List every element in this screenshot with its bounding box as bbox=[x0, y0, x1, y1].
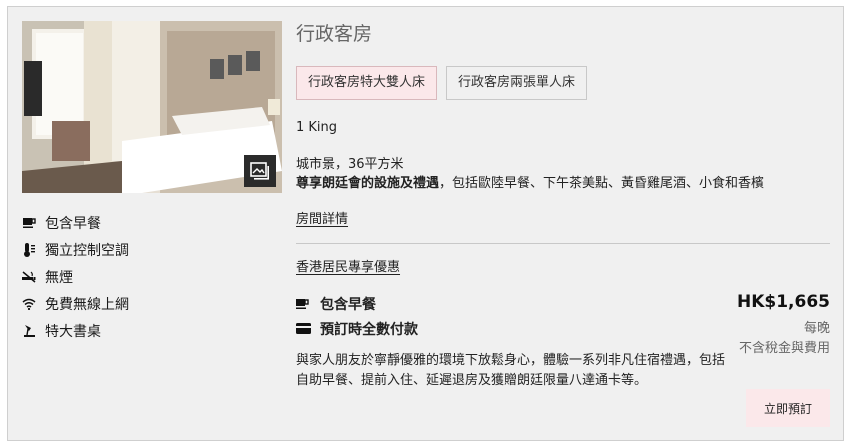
rate-feature-label: 包含早餐 bbox=[320, 296, 376, 313]
gallery-icon[interactable] bbox=[244, 155, 276, 187]
room-info: 行政客房 行政客房特大雙人床 行政客房兩張單人床 1 King 城市景，36平方… bbox=[296, 21, 830, 391]
gallery-icon-glyph bbox=[250, 162, 269, 180]
amenities-list: 包含早餐 獨立控制空調 無煙 免費無線上網 特大書桌 bbox=[22, 209, 282, 344]
room-photo-image bbox=[22, 21, 282, 193]
amenity-breakfast: 包含早餐 bbox=[22, 209, 282, 236]
amenity-label: 免費無線上網 bbox=[45, 296, 129, 313]
thermostat-icon bbox=[22, 242, 36, 257]
rate-feature-label: 預訂時全數付款 bbox=[320, 321, 418, 338]
room-card: 包含早餐 獨立控制空調 無煙 免費無線上網 特大書桌 行政客房 行政客房特大雙人… bbox=[7, 6, 844, 441]
tab-twin-beds[interactable]: 行政客房兩張單人床 bbox=[446, 66, 588, 100]
amenity-aircon: 獨立控制空調 bbox=[22, 236, 282, 263]
amenity-wifi: 免費無線上網 bbox=[22, 290, 282, 317]
amenity-nonsmoking: 無煙 bbox=[22, 263, 282, 290]
tab-king-bed[interactable]: 行政客房特大雙人床 bbox=[296, 66, 438, 100]
amenity-label: 包含早餐 bbox=[45, 215, 101, 232]
amenity-label: 獨立控制空調 bbox=[45, 242, 129, 259]
desk-lamp-icon bbox=[22, 324, 36, 338]
price-tax-note: 不含稅金與費用 bbox=[738, 341, 830, 356]
section-divider bbox=[296, 243, 830, 244]
amenity-label: 特大書桌 bbox=[45, 323, 101, 340]
book-now-button[interactable]: 立即預訂 bbox=[746, 389, 830, 427]
amenity-label: 無煙 bbox=[45, 269, 73, 286]
price-per-night: 每晚 bbox=[803, 321, 830, 336]
credit-card-icon bbox=[296, 322, 312, 336]
price-amount: HK$1,665 bbox=[736, 292, 830, 312]
room-details-link[interactable]: 房間詳情 bbox=[296, 208, 348, 227]
room-description: 尊享朗廷會的設施及禮遇，包括歐陸早餐、下午茶美點、黃昏雞尾酒、小食和香檳 bbox=[296, 174, 822, 194]
no-smoking-icon bbox=[22, 270, 36, 284]
coffee-cup-icon bbox=[296, 297, 312, 311]
room-description-text: ，包括歐陸早餐、下午茶美點、黃昏雞尾酒、小食和香檳 bbox=[439, 176, 765, 191]
coffee-cup-icon bbox=[22, 216, 36, 230]
amenity-desk: 特大書桌 bbox=[22, 317, 282, 344]
room-view-size: 城市景，36平方米 bbox=[296, 157, 404, 172]
bed-type: 1 King bbox=[296, 120, 338, 135]
price-box: HK$1,665 每晚 不含稅金與費用 bbox=[737, 291, 830, 356]
offer-title-link[interactable]: 香港居民專享優惠 bbox=[296, 256, 400, 275]
room-photo[interactable] bbox=[22, 21, 282, 193]
rate-summary: 包含早餐 預訂時全數付款 HK$1,665 每晚 不含稅金與費用 bbox=[296, 291, 830, 356]
offer-description: 與家人朋友於寧靜優雅的環境下放鬆身心，體驗一系列非凡住宿禮遇，包括自助早餐、提前… bbox=[296, 353, 726, 388]
bed-option-tabs: 行政客房特大雙人床 行政客房兩張單人床 bbox=[296, 66, 830, 100]
room-title: 行政客房 bbox=[296, 23, 373, 45]
room-description-highlight: 尊享朗廷會的設施及禮遇 bbox=[296, 176, 440, 191]
wifi-icon bbox=[22, 297, 36, 311]
